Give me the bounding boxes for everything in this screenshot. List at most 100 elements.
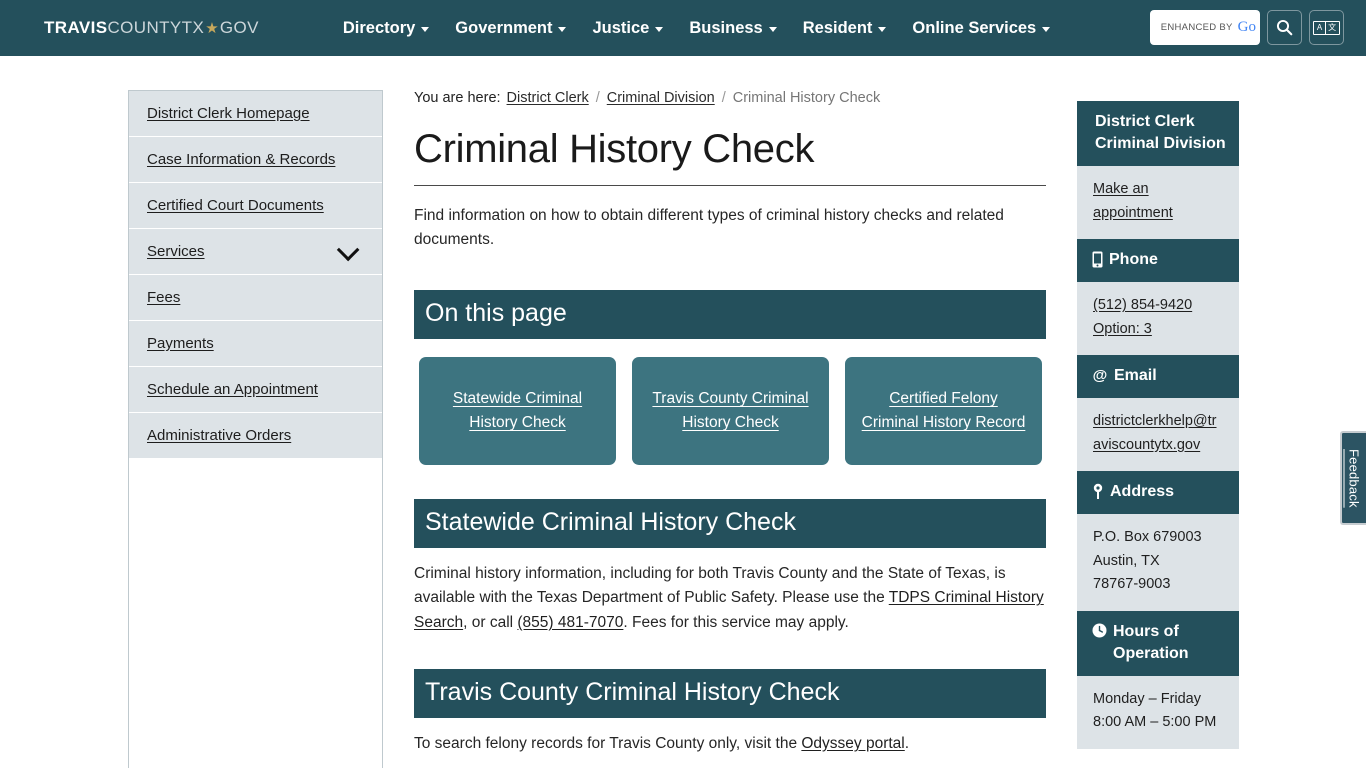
jump-card-travis-county[interactable]: Travis County Criminal History Check: [632, 356, 829, 465]
jump-card-certified-felony[interactable]: Certified Felony Criminal History Record: [845, 356, 1042, 465]
nav-label: Justice: [592, 18, 650, 37]
nav-label: Government: [455, 18, 553, 37]
breadcrumb-lead: You are here:: [414, 90, 501, 106]
sidebar-item-fees[interactable]: Fees: [129, 275, 382, 321]
nav-item-business[interactable]: Business: [689, 18, 777, 38]
star-icon: ★: [205, 20, 219, 37]
sidebar-item-case-information-records[interactable]: Case Information & Records: [129, 137, 382, 183]
contact-email-heading: @ Email: [1077, 355, 1239, 399]
breadcrumb-current: Criminal History Check: [732, 90, 881, 106]
contact-address-body: P.O. Box 679003 Austin, TX 78767-9003: [1077, 514, 1239, 611]
sidebar-item-label[interactable]: Case Information & Records: [147, 151, 335, 168]
nav-item-resident[interactable]: Resident: [803, 19, 887, 38]
link-make-an-appointment[interactable]: Make an appointment: [1093, 181, 1173, 220]
sidebar-item-schedule-an-appointment[interactable]: Schedule an Appointment: [129, 367, 382, 413]
sidebar-item-administrative-orders[interactable]: Administrative Orders: [129, 413, 382, 458]
contact-hours-body: Monday – Friday 8:00 AM – 5:00 PM: [1077, 675, 1239, 749]
main-content: You are here: District Clerk / Criminal …: [414, 90, 1046, 768]
nav-item-online-services[interactable]: Online Services: [912, 18, 1051, 38]
contact-heading-label: Email: [1114, 367, 1157, 385]
primary-navigation: Directory Government Justice Business Re…: [342, 18, 1051, 38]
logo-countytx: COUNTYTX: [107, 18, 205, 37]
section-heading-travis-county: Travis County Criminal History Check: [414, 669, 1046, 718]
text-run: , or call: [463, 613, 518, 631]
contact-title: District Clerk Criminal Division: [1077, 101, 1239, 167]
sidebar-item-payments[interactable]: Payments: [129, 321, 382, 367]
breadcrumb-separator: /: [721, 90, 726, 106]
sidebar-item-district-clerk-homepage[interactable]: District Clerk Homepage: [129, 91, 382, 137]
text-run: .: [904, 734, 910, 752]
hours-line: 8:00 AM – 5:00 PM: [1093, 714, 1217, 731]
translate-icon: A文: [1313, 20, 1340, 35]
contact-phone-body: (512) 854-9420 Option: 3: [1077, 282, 1239, 356]
logo-travis: TRAVIS: [44, 18, 108, 37]
jump-card-label[interactable]: Certified Felony Criminal History Record: [861, 387, 1026, 434]
on-this-page-heading: On this page: [414, 290, 1046, 339]
address-line: Austin, TX: [1093, 552, 1160, 569]
link-phone-number[interactable]: (512) 854-9420: [1093, 297, 1192, 313]
feedback-tab[interactable]: Feedback: [1340, 431, 1366, 525]
chevron-down-icon: [768, 27, 777, 32]
contact-heading-label: Hours of Operation: [1113, 622, 1189, 662]
address-line: P.O. Box 679003: [1093, 529, 1202, 546]
sidebar-item-label[interactable]: Administrative Orders: [147, 427, 291, 444]
breadcrumb-separator: /: [595, 90, 600, 106]
jump-card-label[interactable]: Statewide Criminal History Check: [435, 387, 600, 434]
section-body-statewide: Criminal history information, including …: [414, 562, 1046, 635]
search-input[interactable]: ENHANCED BY Go: [1150, 10, 1260, 45]
translate-button[interactable]: A文: [1309, 10, 1344, 45]
sidebar-item-label[interactable]: Payments: [147, 335, 214, 352]
nav-item-directory[interactable]: Directory: [342, 18, 430, 38]
translate-right-char: 文: [1328, 22, 1337, 32]
at-sign-icon: @: [1093, 367, 1108, 383]
text-run: . Fees for this service may apply.: [623, 613, 849, 631]
nav-label: Resident: [802, 18, 873, 37]
sidebar-item-label[interactable]: Schedule an Appointment: [147, 381, 318, 398]
translate-left-char: A: [1314, 21, 1326, 34]
breadcrumb-link-district-clerk[interactable]: District Clerk: [507, 90, 589, 106]
jump-card-statewide[interactable]: Statewide Criminal History Check: [419, 356, 616, 465]
on-this-page-cards: Statewide Criminal History Check Travis …: [419, 356, 1046, 465]
chevron-down-icon: [1042, 27, 1051, 32]
search-area: ENHANCED BY Go A文: [1150, 10, 1344, 45]
sidebar-item-label[interactable]: District Clerk Homepage: [147, 105, 310, 122]
section-navigation: District Clerk Homepage Case Information…: [128, 90, 383, 768]
jump-card-label[interactable]: Travis County Criminal History Check: [648, 387, 813, 434]
contact-sidebar: District Clerk Criminal Division Make an…: [1077, 90, 1239, 768]
chevron-down-icon: [655, 27, 664, 32]
feedback-label: Feedback: [1346, 448, 1362, 508]
contact-appointment-block: Make an appointment: [1077, 166, 1239, 240]
logo-gov: GOV: [219, 18, 259, 37]
svg-text:@: @: [1093, 367, 1108, 383]
sidebar-item-certified-court-documents[interactable]: Certified Court Documents: [129, 183, 382, 229]
sidebar-item-label[interactable]: Services: [147, 243, 205, 260]
site-logo[interactable]: TRAVIS COUNTYTX ★ GOV: [44, 18, 259, 38]
sidebar-item-label[interactable]: Certified Court Documents: [147, 197, 324, 214]
nav-label: Directory: [342, 18, 416, 37]
sidebar-item-label[interactable]: Fees: [147, 289, 180, 306]
google-brand-label: Go: [1237, 19, 1256, 35]
mobile-phone-icon: [1092, 251, 1103, 268]
link-email-address[interactable]: districtclerkhelp@traviscountytx.gov: [1093, 413, 1217, 452]
chevron-down-icon: [878, 27, 887, 32]
search-button[interactable]: [1267, 10, 1302, 45]
link-phone-option[interactable]: Option: 3: [1093, 321, 1152, 337]
site-header: TRAVIS COUNTYTX ★ GOV Directory Government …: [0, 0, 1366, 56]
hours-line: Monday – Friday: [1093, 690, 1201, 707]
link-odyssey-portal[interactable]: Odyssey portal: [801, 735, 904, 752]
nav-label: Online Services: [912, 18, 1037, 37]
chevron-down-icon: [421, 27, 430, 32]
link-phone-855-481-7070[interactable]: (855) 481-7070: [517, 614, 623, 631]
nav-item-justice[interactable]: Justice: [592, 18, 664, 38]
contact-heading-label: Phone: [1109, 251, 1158, 269]
nav-label: Business: [689, 18, 763, 37]
breadcrumb-link-criminal-division[interactable]: Criminal Division: [607, 90, 715, 106]
section-body-travis-county: To search felony records for Travis Coun…: [414, 732, 1046, 756]
search-enhanced-label: ENHANCED BY: [1160, 22, 1233, 33]
sidebar-item-services[interactable]: Services: [129, 229, 382, 275]
nav-item-government[interactable]: Government: [455, 18, 567, 38]
contact-hours-heading: Hours of Operation: [1077, 610, 1239, 676]
chevron-down-icon[interactable]: [336, 238, 360, 261]
search-icon: [1276, 19, 1293, 36]
page-body: District Clerk Homepage Case Information…: [0, 56, 1366, 768]
